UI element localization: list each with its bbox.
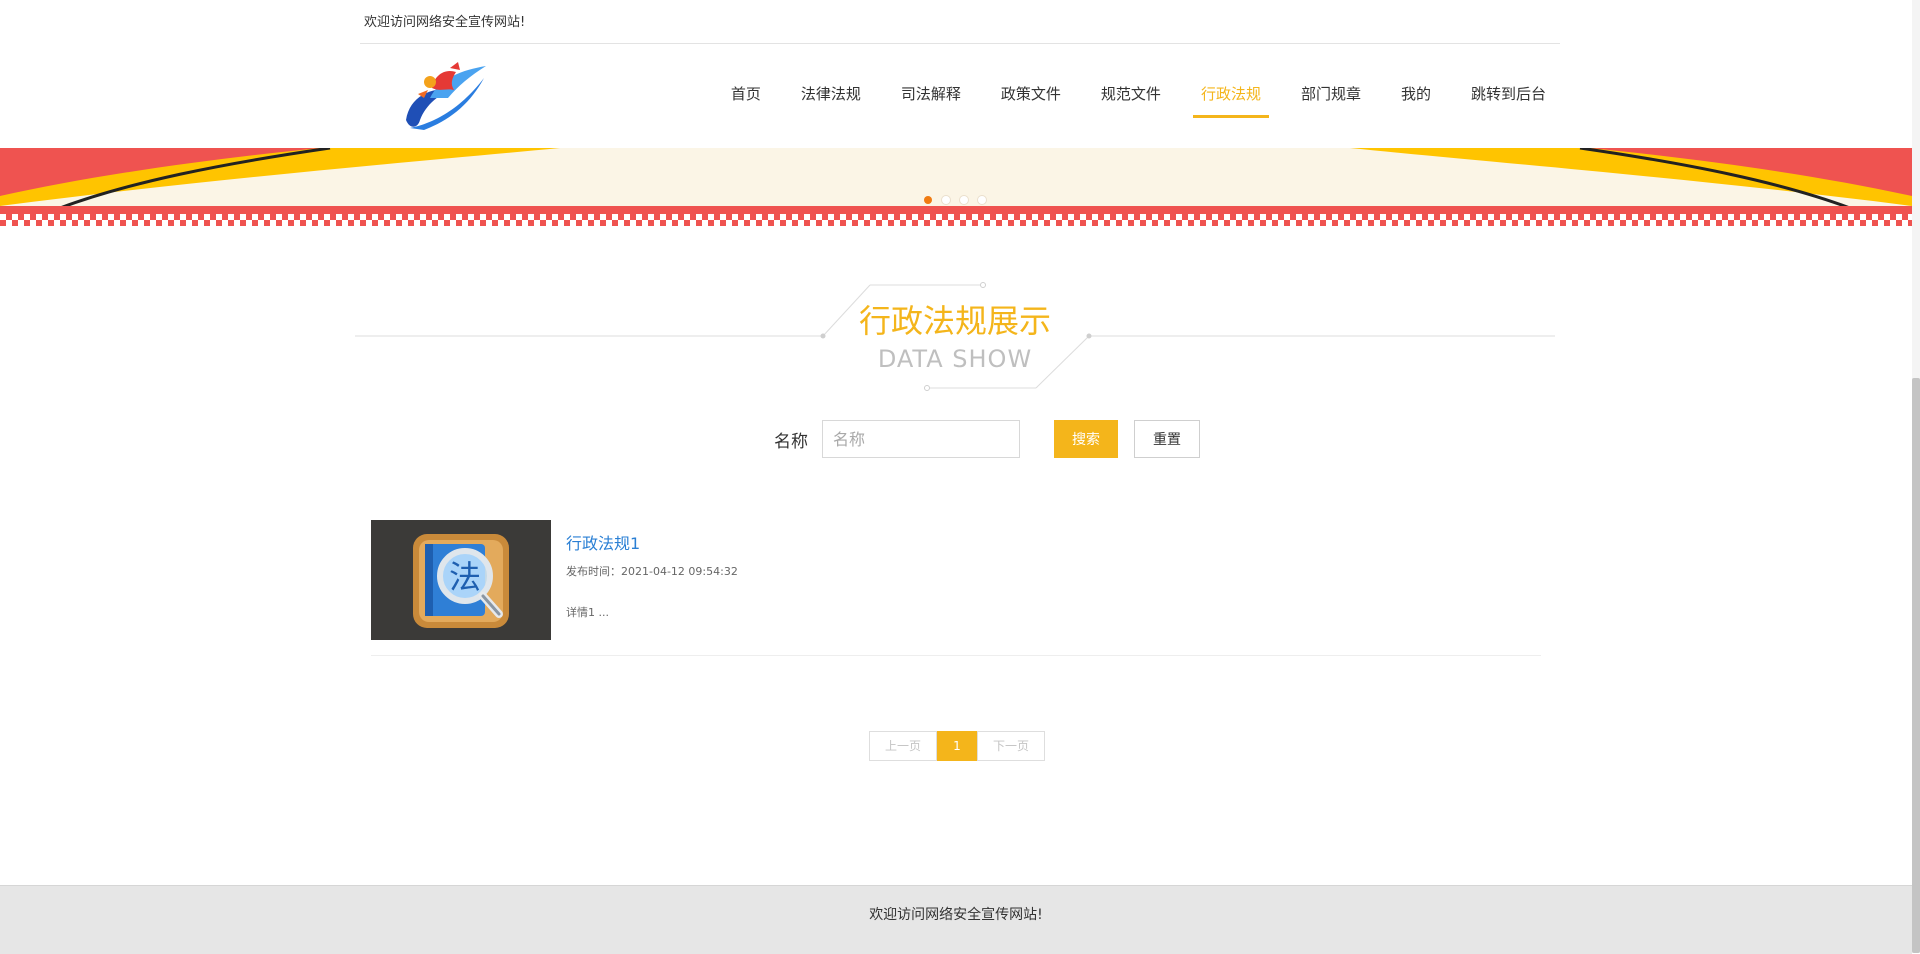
logo-mark-icon [406,62,486,130]
header: 首页 法律法规 司法解释 政策文件 规范文件 行政法规 部门规章 我的 跳转到后… [360,44,1560,148]
carousel-dot-4[interactable] [978,196,986,204]
section-subtitle: DATA SHOW [877,345,1033,373]
main-nav: 首页 法律法规 司法解释 政策文件 规范文件 行政法规 部门规章 我的 跳转到后… [691,44,1546,148]
regulation-list: 法 行政法规1 发布时间：2021-04-12 09:54:32 详情1 ... [371,520,1541,656]
site-logo[interactable] [400,58,492,134]
item-thumbnail[interactable]: 法 [371,520,551,640]
carousel-indicators [924,196,986,204]
footer: 欢迎访问网络安全宣传网站! [0,885,1912,954]
search-button[interactable]: 搜索 [1054,420,1118,458]
banner-carousel[interactable] [0,148,1912,226]
law-search-icon: 法 [413,534,509,628]
thumb-glyph: 法 [449,558,481,596]
search-name-input[interactable] [822,420,1020,458]
prev-page-button[interactable]: 上一页 [869,731,937,761]
nav-item-laws[interactable]: 法律法规 [801,82,861,110]
banner-image [0,148,1912,226]
search-bar: 名称 搜索 重置 [774,420,1200,458]
next-page-button[interactable]: 下一页 [977,731,1045,761]
item-title-link[interactable]: 行政法规1 [566,530,640,554]
reset-button[interactable]: 重置 [1134,420,1200,458]
top-bar: 欢迎访问网络安全宣传网站! [360,0,1560,44]
carousel-dot-3[interactable] [960,196,968,204]
nav-item-normative-documents[interactable]: 规范文件 [1101,82,1161,110]
item-publish-time: 发布时间：2021-04-12 09:54:32 [566,565,738,578]
footer-text: 欢迎访问网络安全宣传网站! [869,907,1043,923]
nav-item-admin[interactable]: 跳转到后台 [1471,82,1546,110]
section-header: 行政法规展示 DATA SHOW [355,280,1555,395]
item-description: 详情1 ... [566,606,609,619]
scrollbar-track[interactable] [1912,0,1920,953]
search-label: 名称 [774,431,808,452]
nav-item-administrative-regulations[interactable]: 行政法规 [1192,82,1269,118]
section-title: 行政法规展示 [858,302,1051,340]
nav-item-judicial-interpretation[interactable]: 司法解释 [901,82,961,110]
list-item: 法 行政法规1 发布时间：2021-04-12 09:54:32 详情1 ... [371,520,1541,656]
carousel-dot-1[interactable] [924,196,932,204]
nav-item-policy-documents[interactable]: 政策文件 [1001,82,1061,110]
scrollbar-thumb[interactable] [1912,378,1920,953]
nav-item-department-rules[interactable]: 部门规章 [1301,82,1361,110]
nav-item-home[interactable]: 首页 [731,82,761,110]
carousel-dot-2[interactable] [942,196,950,204]
nav-item-my[interactable]: 我的 [1401,82,1431,110]
pagination: 上一页 1 下一页 [869,731,1045,761]
welcome-text: 欢迎访问网络安全宣传网站! [364,15,526,30]
page-1-button[interactable]: 1 [937,731,977,761]
